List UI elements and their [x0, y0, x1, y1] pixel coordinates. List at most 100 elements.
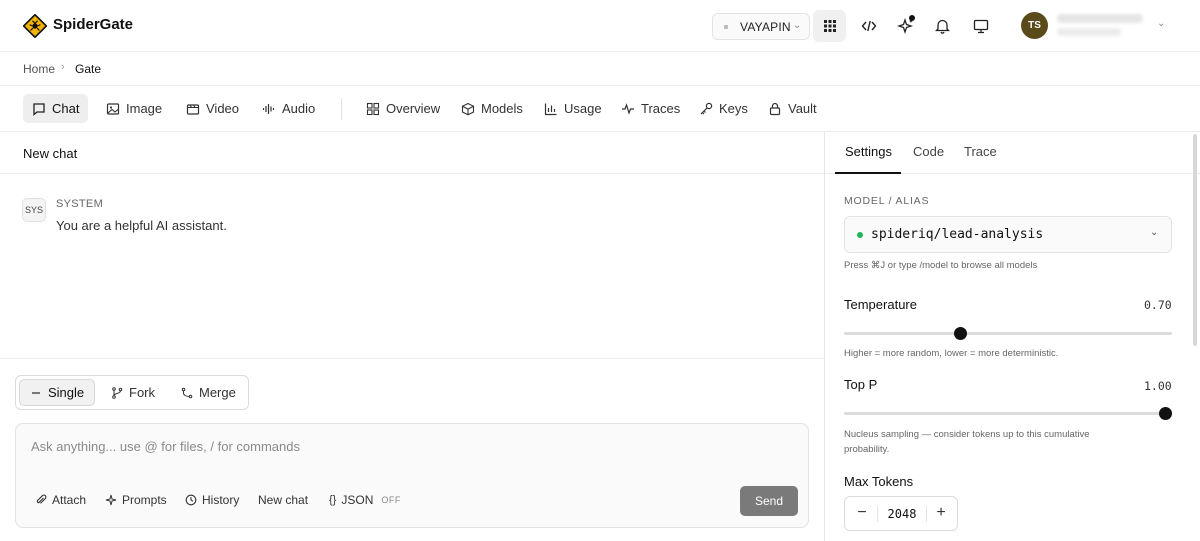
- chat-bubble-icon: [33, 102, 45, 116]
- tab-divider: [341, 98, 342, 120]
- top-p-hint-line1: Nucleus sampling — consider tokens up to…: [844, 429, 1090, 440]
- apps-grid-icon: [823, 20, 836, 32]
- tab-vault[interactable]: Vault: [759, 94, 826, 123]
- tab-label: Models: [481, 101, 523, 116]
- max-tokens-label: Max Tokens: [844, 474, 914, 489]
- app-name: SpiderGate: [53, 16, 134, 33]
- history-button[interactable]: History: [185, 493, 239, 507]
- new-chat-label: New chat: [258, 493, 309, 507]
- chevron-right-icon: ›: [61, 61, 65, 73]
- tab-traces[interactable]: Traces: [612, 94, 689, 123]
- max-tokens-value[interactable]: 2048: [877, 506, 927, 522]
- sparkle-icon: [105, 494, 117, 506]
- prompts-button[interactable]: Prompts: [105, 493, 167, 507]
- model-select[interactable]: spideriq/lead-analysis ⌄: [844, 216, 1172, 253]
- breadcrumb-home[interactable]: Home: [23, 62, 55, 76]
- tab-image[interactable]: Image: [97, 94, 171, 123]
- top-p-hint-line2: probability.: [844, 444, 890, 455]
- model-name: spideriq/lead-analysis: [871, 227, 1044, 242]
- audio-wave-icon: [262, 103, 275, 114]
- tab-label: Audio: [282, 101, 316, 116]
- mode-merge-button[interactable]: Merge: [171, 379, 246, 406]
- model-hint: Press ⌘J or type /model to browse all mo…: [844, 260, 1038, 271]
- history-label: History: [202, 493, 240, 507]
- pulse-icon: [622, 102, 634, 115]
- mode-label: Single: [48, 385, 85, 400]
- paperclip-icon: [36, 494, 47, 504]
- lock-icon: [769, 102, 781, 115]
- decrement-button[interactable]: −: [852, 503, 872, 523]
- top-p-slider-handle[interactable]: [1159, 407, 1172, 420]
- tab-chat[interactable]: Chat: [23, 94, 89, 123]
- grid-icon: [366, 102, 380, 115]
- message-composer: Attach Prompts History New chat {} JSON …: [15, 423, 809, 528]
- mode-single-button[interactable]: Single: [19, 379, 96, 406]
- tab-label: Keys: [719, 101, 748, 116]
- display-button[interactable]: [964, 10, 997, 42]
- new-chat-button[interactable]: New chat: [258, 493, 308, 507]
- chat-header: New chat: [0, 132, 824, 174]
- chevron-down-icon: ⌄: [1150, 227, 1159, 238]
- top-p-slider[interactable]: [844, 407, 1172, 420]
- tab-label: Traces: [641, 101, 681, 116]
- chat-mode-toggle: Single Fork Merge: [15, 375, 249, 410]
- user-avatar[interactable]: TS: [1021, 12, 1048, 39]
- tab-code[interactable]: Code: [913, 144, 944, 159]
- settings-scrollbar[interactable]: [1193, 134, 1197, 346]
- user-name-redacted: [1057, 14, 1143, 23]
- top-bar: SpiderGate VAYAPIN ⌄ TS ⌄: [0, 0, 1200, 52]
- tab-label: Image: [126, 101, 163, 116]
- prompts-label: Prompts: [122, 493, 167, 507]
- key-icon: [700, 102, 713, 114]
- user-menu-chevron-icon[interactable]: ⌄: [1157, 18, 1165, 29]
- temperature-slider[interactable]: [844, 327, 1172, 340]
- tab-label: Overview: [386, 101, 441, 116]
- attach-button[interactable]: Attach: [35, 493, 86, 507]
- tab-trace[interactable]: Trace: [964, 144, 997, 159]
- max-tokens-stepper: − 2048 +: [844, 496, 958, 531]
- ai-sparkle-button[interactable]: [889, 10, 922, 42]
- fork-icon: [112, 386, 123, 399]
- clock-icon: [185, 494, 197, 506]
- message-input[interactable]: [31, 436, 791, 456]
- cube-icon: [461, 102, 475, 115]
- tab-audio[interactable]: Audio: [253, 94, 324, 123]
- mode-label: Merge: [199, 385, 236, 400]
- code-button[interactable]: [852, 10, 885, 42]
- mode-fork-button[interactable]: Fork: [101, 379, 165, 406]
- send-button[interactable]: Send: [740, 486, 798, 516]
- breadcrumb: Home › Gate: [0, 52, 1200, 86]
- tab-video[interactable]: Video: [177, 94, 248, 123]
- system-message[interactable]: You are a helpful AI assistant.: [56, 218, 227, 233]
- org-name: VAYAPIN: [740, 20, 791, 34]
- tab-label: Vault: [788, 101, 817, 116]
- video-icon: [186, 103, 200, 115]
- json-state: OFF: [381, 495, 401, 505]
- spidergate-logo-icon[interactable]: [23, 14, 47, 38]
- tab-keys[interactable]: Keys: [690, 94, 757, 123]
- tab-settings[interactable]: Settings: [845, 144, 892, 159]
- temperature-hint: Higher = more random, lower = more deter…: [844, 348, 1059, 359]
- organization-select[interactable]: VAYAPIN ⌄: [712, 13, 810, 40]
- image-icon: [106, 102, 120, 115]
- chevron-down-icon: ⌄: [793, 20, 802, 31]
- temperature-label: Temperature: [844, 297, 917, 312]
- settings-tabs: Settings Code Trace: [825, 132, 1200, 174]
- model-section-label: MODEL / ALIAS: [844, 195, 930, 207]
- apps-grid-button[interactable]: [813, 10, 846, 42]
- increment-button[interactable]: +: [931, 503, 951, 523]
- system-role-label: SYSTEM: [56, 198, 104, 210]
- tab-models[interactable]: Models: [452, 94, 532, 123]
- temperature-value: 0.70: [1144, 298, 1172, 312]
- tab-label: Video: [206, 101, 240, 116]
- code-icon: [861, 20, 876, 32]
- chat-title: New chat: [23, 146, 78, 161]
- breadcrumb-current: Gate: [75, 62, 102, 76]
- json-toggle[interactable]: {} JSON OFF: [329, 493, 401, 507]
- notifications-button[interactable]: [926, 10, 959, 42]
- monitor-icon: [973, 19, 988, 33]
- braces-icon: {}: [329, 494, 337, 506]
- mode-label: Fork: [129, 385, 155, 400]
- tab-usage[interactable]: Usage: [535, 94, 611, 123]
- tab-overview[interactable]: Overview: [357, 94, 449, 123]
